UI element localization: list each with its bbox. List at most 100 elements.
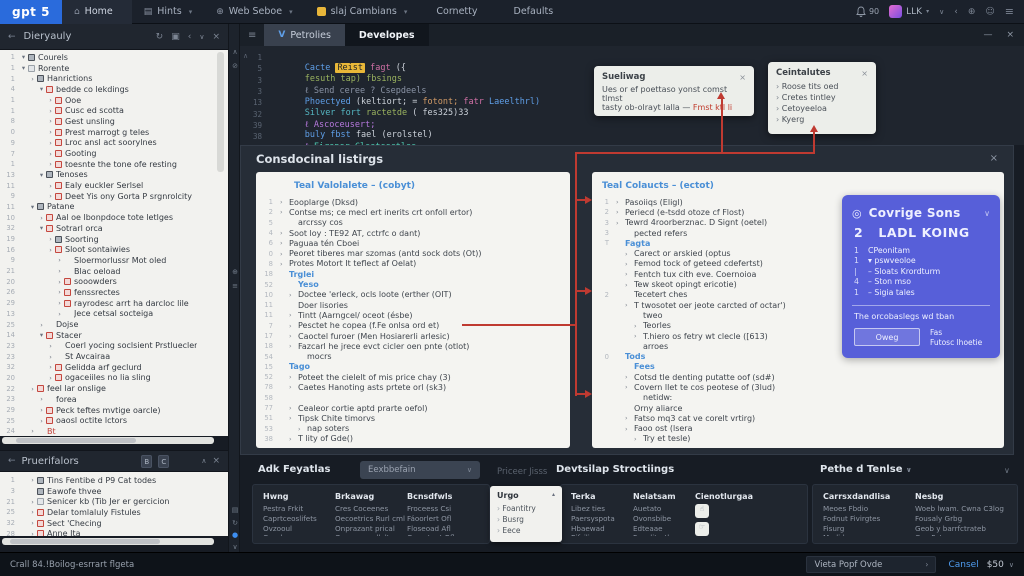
listing-row[interactable]: 3 › Tewrd 4roorberznac. D Signt (oetel) — [592, 218, 838, 228]
refresh-icon[interactable]: ↻ — [230, 519, 240, 527]
chevron-down-icon[interactable]: ∨ — [906, 466, 912, 474]
app-logo[interactable]: gpt 5 — [0, 0, 62, 24]
tree-item[interactable]: 9 › Deet Yis ony Gorta P srgnrolcity — [0, 191, 228, 202]
column-cell[interactable]: Froceess Csi — [407, 504, 477, 514]
column-cell[interactable]: Ceusrtey! Ofl — [407, 533, 477, 536]
nav-item[interactable]: ▤ Hints ▾ — [132, 0, 205, 24]
tree-expand-icon[interactable]: › — [28, 385, 37, 393]
presentation-item[interactable]: 3 Eawofe thvee — [0, 486, 228, 497]
list-icon[interactable]: ≡ — [230, 282, 240, 290]
listing-row[interactable]: 11 › Tintt (Aarngcel/ oceot (ésbe) — [256, 310, 570, 320]
listing-row[interactable]: › Fentch tux cith eve. Coernoioa — [592, 269, 838, 279]
user-menu[interactable]: LLK ▾ — [889, 5, 929, 18]
tree-item[interactable]: 23 › Coerl yocing soclsient Prstluecler — [0, 341, 228, 352]
tree-item[interactable]: 4 ▾ bedde co lekdings — [0, 84, 228, 95]
tree-item[interactable]: 24 › Bt — [0, 426, 228, 436]
presentations-horizontal-scrollbar-thumb[interactable] — [10, 539, 160, 544]
column-cell[interactable]: Hbaewad — [571, 524, 633, 534]
menu-icon[interactable]: ≡ — [1005, 5, 1014, 18]
listing-row[interactable]: 52 Yeso — [256, 279, 570, 289]
tree-item[interactable]: 11 › Ealy euckler Serlsel — [0, 180, 228, 191]
presentation-expand-icon[interactable]: › — [28, 530, 37, 536]
tree-expand-icon[interactable]: › — [55, 278, 64, 286]
listing-row[interactable]: 2 › Periecd (e-tsdd otoze cf Flost) — [592, 207, 838, 217]
listing-row[interactable]: 58 — [256, 393, 570, 403]
dropdown-card-item[interactable]: Foantitry — [497, 503, 555, 514]
tree-expand-icon[interactable]: › — [46, 150, 55, 158]
coverage-button[interactable]: Oweg — [854, 328, 920, 346]
collapse-up-icon[interactable]: ∧ — [230, 48, 240, 56]
column-cell[interactable]: Geob y barrfctrateb — [915, 524, 1007, 534]
column-cell[interactable]: Cres Coceenes — [335, 504, 405, 514]
column-cell[interactable]: Fodnut Fivirgtes — [823, 514, 915, 524]
tree-expand-icon[interactable]: › — [46, 363, 55, 371]
tree-item[interactable]: 1 › Hanrictions — [0, 73, 228, 84]
listing-row[interactable]: 3 pected refers — [592, 228, 838, 238]
column-cell[interactable]: Edteaae — [633, 524, 695, 534]
tree-expand-icon[interactable]: › — [46, 128, 55, 136]
tree-item[interactable]: 13 › Jece cetsal socteiga — [0, 309, 228, 320]
tree-expand-icon[interactable]: ▾ — [19, 53, 28, 61]
coverage-row[interactable]: 4 – Ston mso — [842, 277, 1000, 288]
presentations-tab-c[interactable]: C — [158, 455, 169, 468]
tree-expand-icon[interactable]: ▾ — [37, 171, 46, 179]
chevron-left-icon[interactable]: ‹ — [954, 7, 958, 17]
listing-row[interactable]: Orny aliarce — [592, 403, 838, 413]
coverage-row[interactable]: 1 ▾ pswveoloe — [842, 256, 1000, 267]
destination-dropdown[interactable]: Eexbbefain ∨ — [360, 461, 480, 479]
column-cell[interactable]: Paersyspota — [571, 514, 633, 524]
tree-expand-icon[interactable]: › — [37, 395, 46, 403]
tree-item[interactable]: 32 ▾ Sotrarl orca — [0, 223, 228, 234]
tree-item[interactable]: 23 › forea — [0, 394, 228, 405]
listing-row[interactable]: 52 › Poteet the cielelt of mis price cha… — [256, 372, 570, 382]
tree-expand-icon[interactable]: › — [46, 235, 55, 243]
nav-item[interactable]: ⌂ Home — [62, 0, 132, 24]
chevron-down-icon[interactable]: ∨ — [984, 209, 990, 218]
chevron-down-icon[interactable]: ∨ — [199, 33, 204, 41]
listing-row[interactable]: 2 Tecetert ches — [592, 290, 838, 300]
column-cell[interactable]: Fáoorlert Ofl — [407, 514, 477, 524]
column-cell[interactable]: Caprtceoslifets — [263, 514, 333, 524]
tree-item[interactable]: 29 › rayrodesc arrt ha darcloc lile — [0, 298, 228, 309]
presentations-tab-b[interactable]: B — [141, 455, 152, 468]
presentation-expand-icon[interactable]: › — [28, 508, 37, 516]
dropdown-card-item[interactable]: Eece — [497, 525, 555, 536]
tree-expand-icon[interactable]: › — [46, 353, 55, 361]
tree-item[interactable]: 25 › oaosl octite lctors — [0, 415, 228, 426]
nav-item[interactable]: Defaults — [497, 0, 573, 24]
listing-row[interactable]: 54 mocrs — [256, 351, 570, 361]
tree-expand-icon[interactable]: › — [46, 182, 55, 190]
tree-expand-icon[interactable]: › — [37, 406, 46, 414]
listing-row[interactable]: › Femod tock of geteed cdefertst) — [592, 259, 838, 269]
chevron-left-icon[interactable]: ‹ — [188, 32, 192, 42]
tree-expand-icon[interactable]: ▾ — [28, 203, 37, 211]
listing-row[interactable]: tweo — [592, 310, 838, 320]
tree-expand-icon[interactable]: › — [55, 299, 64, 307]
close-icon[interactable]: × — [212, 456, 220, 466]
tab-developes[interactable]: Developes — [345, 24, 429, 46]
dropdown-card-item[interactable]: Busrg — [497, 514, 555, 525]
tree-item[interactable]: 1 › Ooe — [0, 95, 228, 106]
tree-item[interactable]: 23 › St Avcairaa — [0, 351, 228, 362]
tree-item[interactable]: 10 › Aal oe lbonpdoce tote letlges — [0, 212, 228, 223]
column-cell[interactable]: Fepplitertk — [633, 533, 695, 536]
tree-expand-icon[interactable]: › — [46, 160, 55, 168]
listing-row[interactable]: 10 › Doctee 'erleck, ocls loote (erther … — [256, 290, 570, 300]
listing-row[interactable]: 2 › Contse ms; ce mecl ert inerits crt o… — [256, 207, 570, 217]
tree-item[interactable]: 14 ▾ Stacer — [0, 330, 228, 341]
tree-expand-icon[interactable]: ▾ — [37, 331, 46, 339]
tree-item[interactable]: 8 › Gest unsling — [0, 116, 228, 127]
presentation-expand-icon[interactable]: › — [28, 476, 37, 484]
bell-icon[interactable]: 90 — [856, 6, 879, 17]
column-cell[interactable]: Ovonsbibe — [633, 514, 695, 524]
pointing-finger-icon[interactable]: ☞ — [695, 522, 709, 536]
tree-item[interactable]: 20 › sooowders — [0, 276, 228, 287]
fold-all-icon[interactable]: ∧ — [243, 52, 248, 60]
tree-item[interactable]: 16 › Sloot sontaiwies — [0, 244, 228, 255]
presentation-expand-icon[interactable]: › — [28, 519, 37, 527]
tree-item[interactable]: 0 › Prest marrogt g teles — [0, 127, 228, 138]
column-cell[interactable]: Eifsjliwg — [571, 533, 633, 536]
listing-row[interactable]: 1 › Eooplarge (Dksd) — [256, 197, 570, 207]
menu-icon[interactable]: ≡ — [240, 30, 264, 41]
tree-item[interactable]: 29 › Peck teftes mvtige oarcle) — [0, 405, 228, 416]
